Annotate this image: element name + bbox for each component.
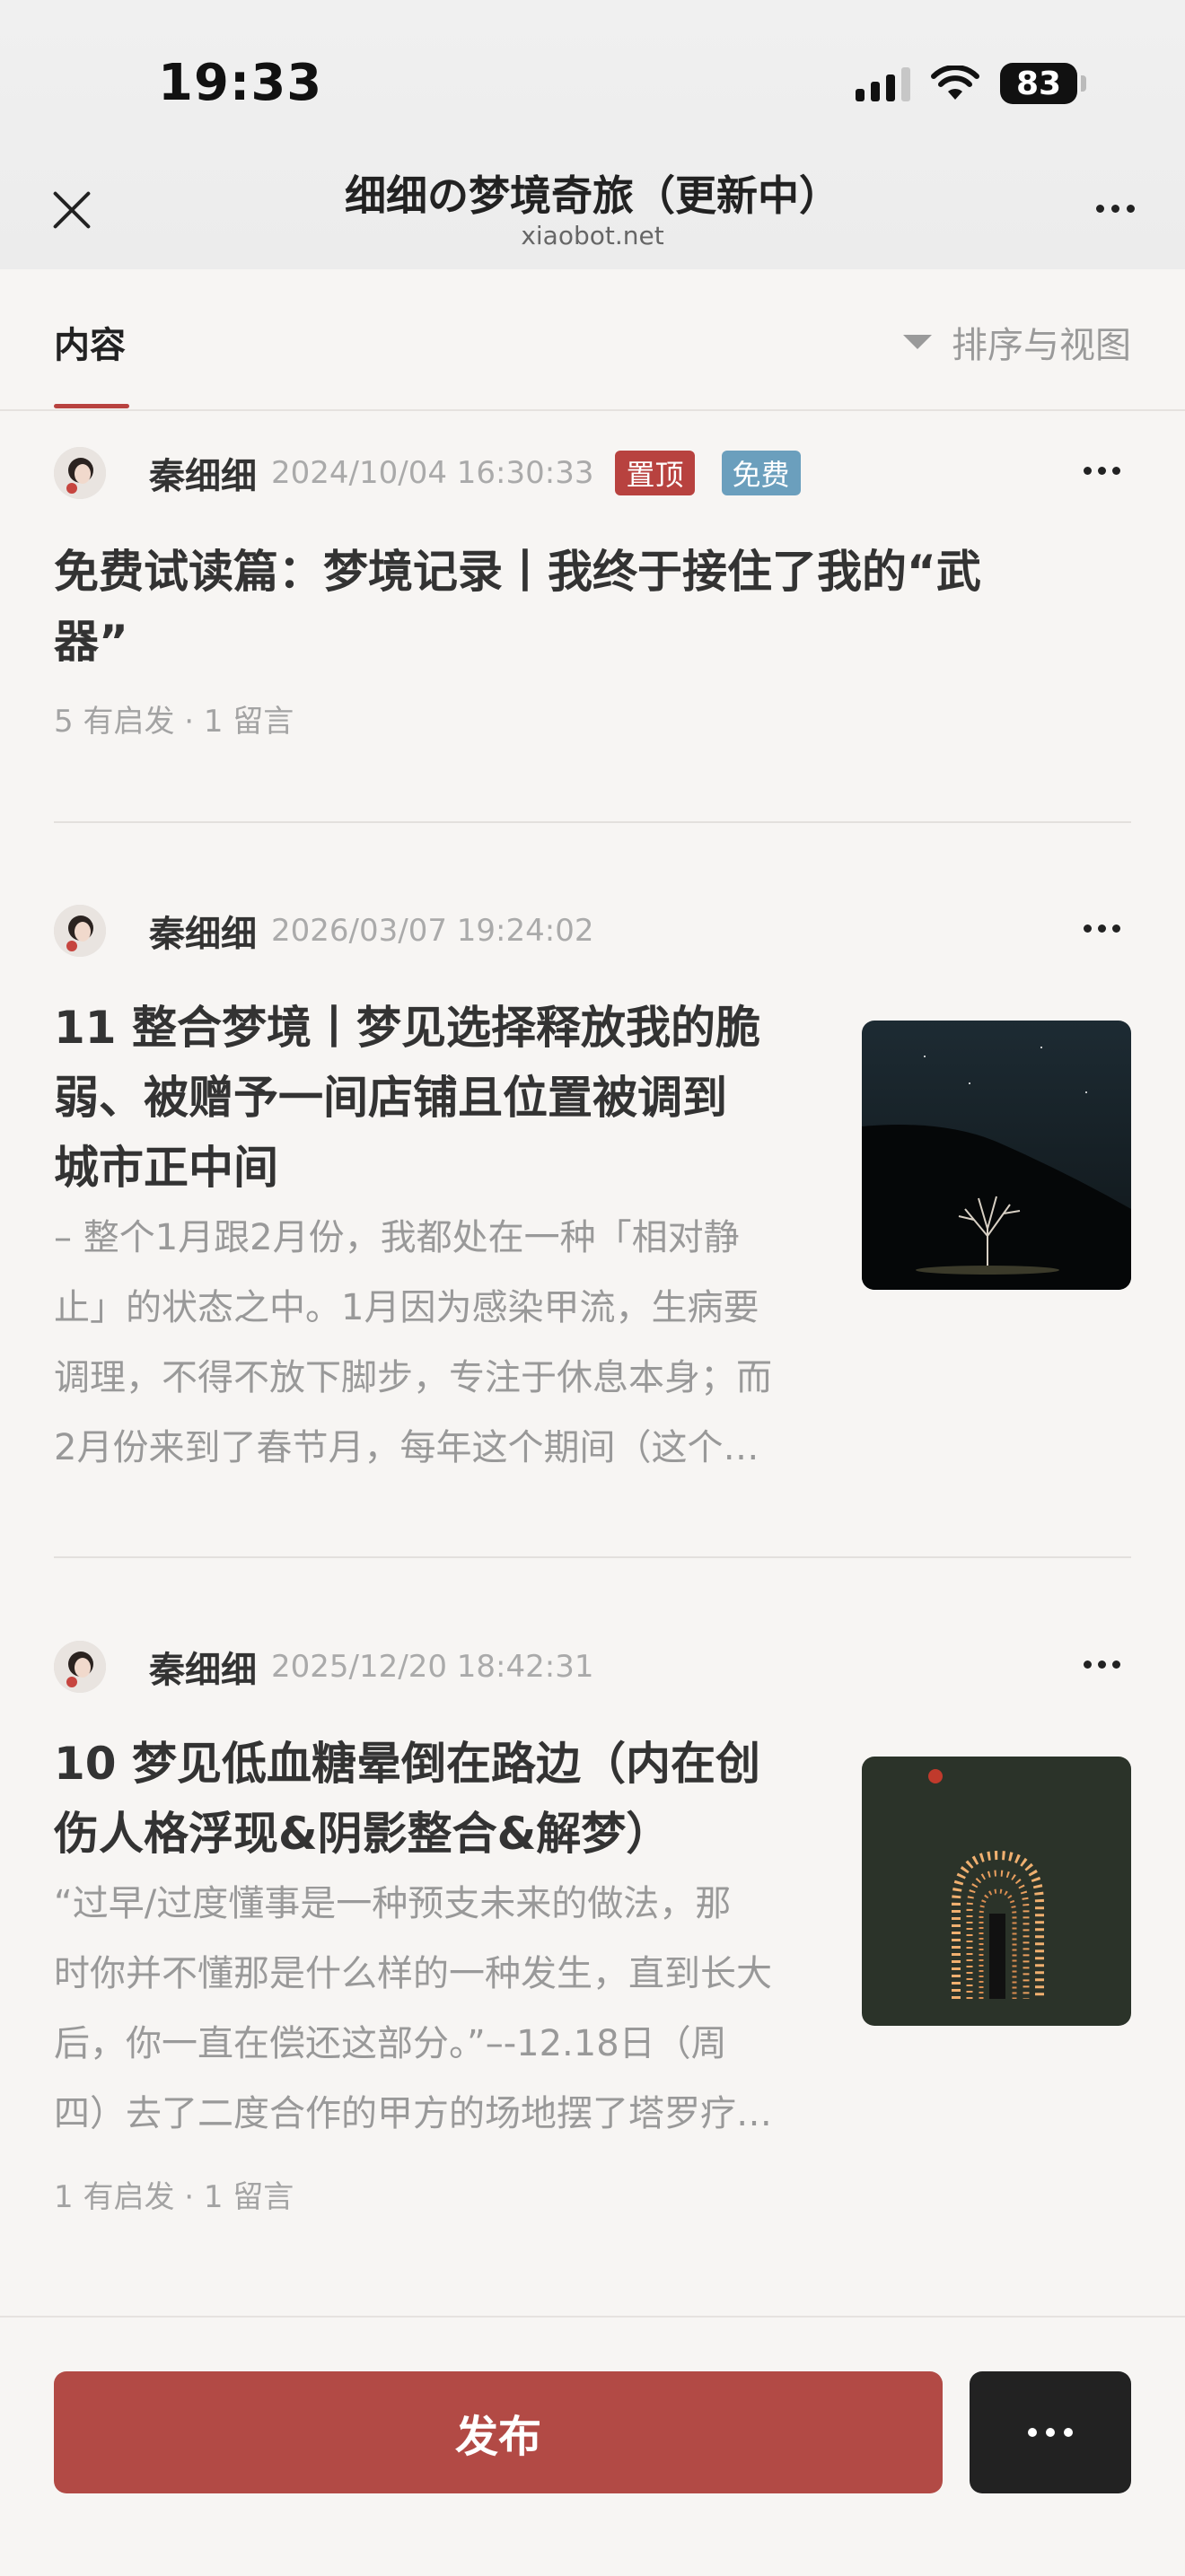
post-item[interactable]: 秦细细 2024/10/04 16:30:33 置顶 免费 免费试读篇：梦境记录… xyxy=(54,445,1131,740)
excerpt-line: 时你并不懂那是什么样的一种发生，直到长大 xyxy=(54,1953,772,1994)
author-name[interactable]: 秦细细 xyxy=(149,905,257,957)
post-date: 2025/12/20 18:42:31 xyxy=(271,1649,594,1685)
post-excerpt: – 整个1月跟2月份，我都处在一种「相对静 止」的状态之中。1月因为感染甲流，生… xyxy=(54,1203,817,1483)
excerpt-line: 后，你一直在偿还这部分。”–-12.18日（周 xyxy=(54,2023,727,2064)
post-title-line: 10 梦见低血糖晕倒在路边（内在创 xyxy=(54,1738,760,1790)
post-stats: 1 有启发 · 1 留言 xyxy=(54,2179,294,2215)
excerpt-line: 调理，不得不放下脚步，专注于休息本身；而 xyxy=(54,1357,772,1398)
more-actions-button[interactable] xyxy=(970,2371,1131,2493)
divider xyxy=(54,1556,1131,1558)
post-title[interactable]: 免费试读篇：梦境记录丨我终于接住了我的“武 器” xyxy=(54,537,1131,677)
avatar[interactable] xyxy=(54,905,106,957)
tab-content[interactable]: 内容 xyxy=(54,316,126,368)
excerpt-line: “过早/过度懂事是一种预支未来的做法，那 xyxy=(54,1883,732,1924)
post-title-line: 城市正中间 xyxy=(54,1142,278,1194)
page-title: 细细の梦境奇旅（更新中） xyxy=(345,171,840,220)
post-title-line: 器” xyxy=(54,616,128,668)
sort-view-label: 排序与视图 xyxy=(952,325,1131,366)
avatar[interactable] xyxy=(54,447,106,499)
status-time: 19:33 xyxy=(158,54,323,112)
excerpt-line: – 整个1月跟2月份，我都处在一种「相对静 xyxy=(54,1217,740,1258)
author-name[interactable]: 秦细细 xyxy=(149,1641,257,1693)
caret-down-icon xyxy=(903,335,932,349)
publish-button[interactable]: 发布 xyxy=(54,2371,943,2493)
avatar[interactable] xyxy=(54,1641,106,1693)
page-subtitle: xiaobot.net xyxy=(521,221,664,250)
light-tunnel-image[interactable] xyxy=(862,1757,1131,2026)
more-options-icon[interactable] xyxy=(1096,205,1135,213)
excerpt-line: 四）去了二度合作的甲方的场地摆了塔罗疗… xyxy=(54,2093,772,2134)
battery-icon: 83 xyxy=(1000,63,1086,104)
free-badge: 免费 xyxy=(721,451,801,495)
wifi-icon xyxy=(931,66,979,100)
post-title-line: 弱、被赠予一间店铺且位置被调到 xyxy=(54,1072,727,1124)
post-item[interactable]: 秦细细 2025/12/20 18:42:31 10 梦见低血糖晕倒在路边（内在… xyxy=(54,1639,1131,2216)
top-header: 19:33 83 细细の梦境奇旅（更新中） xiaobot.net xyxy=(0,0,1185,269)
cellular-signal-icon xyxy=(856,66,910,101)
post-more-icon[interactable] xyxy=(1084,1660,1120,1669)
post-title-line: 11 整合梦境丨梦见选择释放我的脆 xyxy=(54,1002,760,1054)
post-title[interactable]: 11 整合梦境丨梦见选择释放我的脆 弱、被赠予一间店铺且位置被调到 城市正中间 xyxy=(54,993,817,1203)
post-title-line: 伤人格浮现&阴影整合&解梦） xyxy=(54,1808,672,1860)
tab-active-indicator xyxy=(54,404,129,408)
status-icons: 83 xyxy=(856,63,1086,104)
post-date: 2026/03/07 19:24:02 xyxy=(271,913,594,949)
night-tree-image[interactable] xyxy=(862,1021,1131,1290)
pinned-badge: 置顶 xyxy=(615,451,695,495)
excerpt-line: 止」的状态之中。1月因为感染甲流，生病要 xyxy=(54,1287,759,1328)
post-meta: 秦细细 2026/03/07 19:24:02 xyxy=(54,903,1131,959)
post-meta: 秦细细 2024/10/04 16:30:33 置顶 免费 xyxy=(54,445,1131,501)
author-name[interactable]: 秦细细 xyxy=(149,447,257,499)
post-excerpt: “过早/过度懂事是一种预支未来的做法，那 时你并不懂那是什么样的一种发生，直到长… xyxy=(54,1869,817,2149)
post-meta: 秦细细 2025/12/20 18:42:31 xyxy=(54,1639,1131,1695)
sort-view-button[interactable]: 排序与视图 xyxy=(903,316,1131,368)
post-date: 2024/10/04 16:30:33 xyxy=(271,455,594,491)
post-title[interactable]: 10 梦见低血糖晕倒在路边（内在创 伤人格浮现&阴影整合&解梦） xyxy=(54,1729,817,1869)
divider xyxy=(54,821,1131,823)
post-stats: 5 有启发 · 1 留言 xyxy=(54,704,294,740)
post-title-line: 免费试读篇：梦境记录丨我终于接住了我的“武 xyxy=(54,546,981,598)
excerpt-line: 2月份来到了春节月，每年这个期间（这个… xyxy=(54,1427,759,1468)
post-more-icon[interactable] xyxy=(1084,924,1120,933)
post-item[interactable]: 秦细细 2026/03/07 19:24:02 11 整合梦境丨梦见选择释放我的… xyxy=(54,903,1131,1483)
post-more-icon[interactable] xyxy=(1084,467,1120,475)
